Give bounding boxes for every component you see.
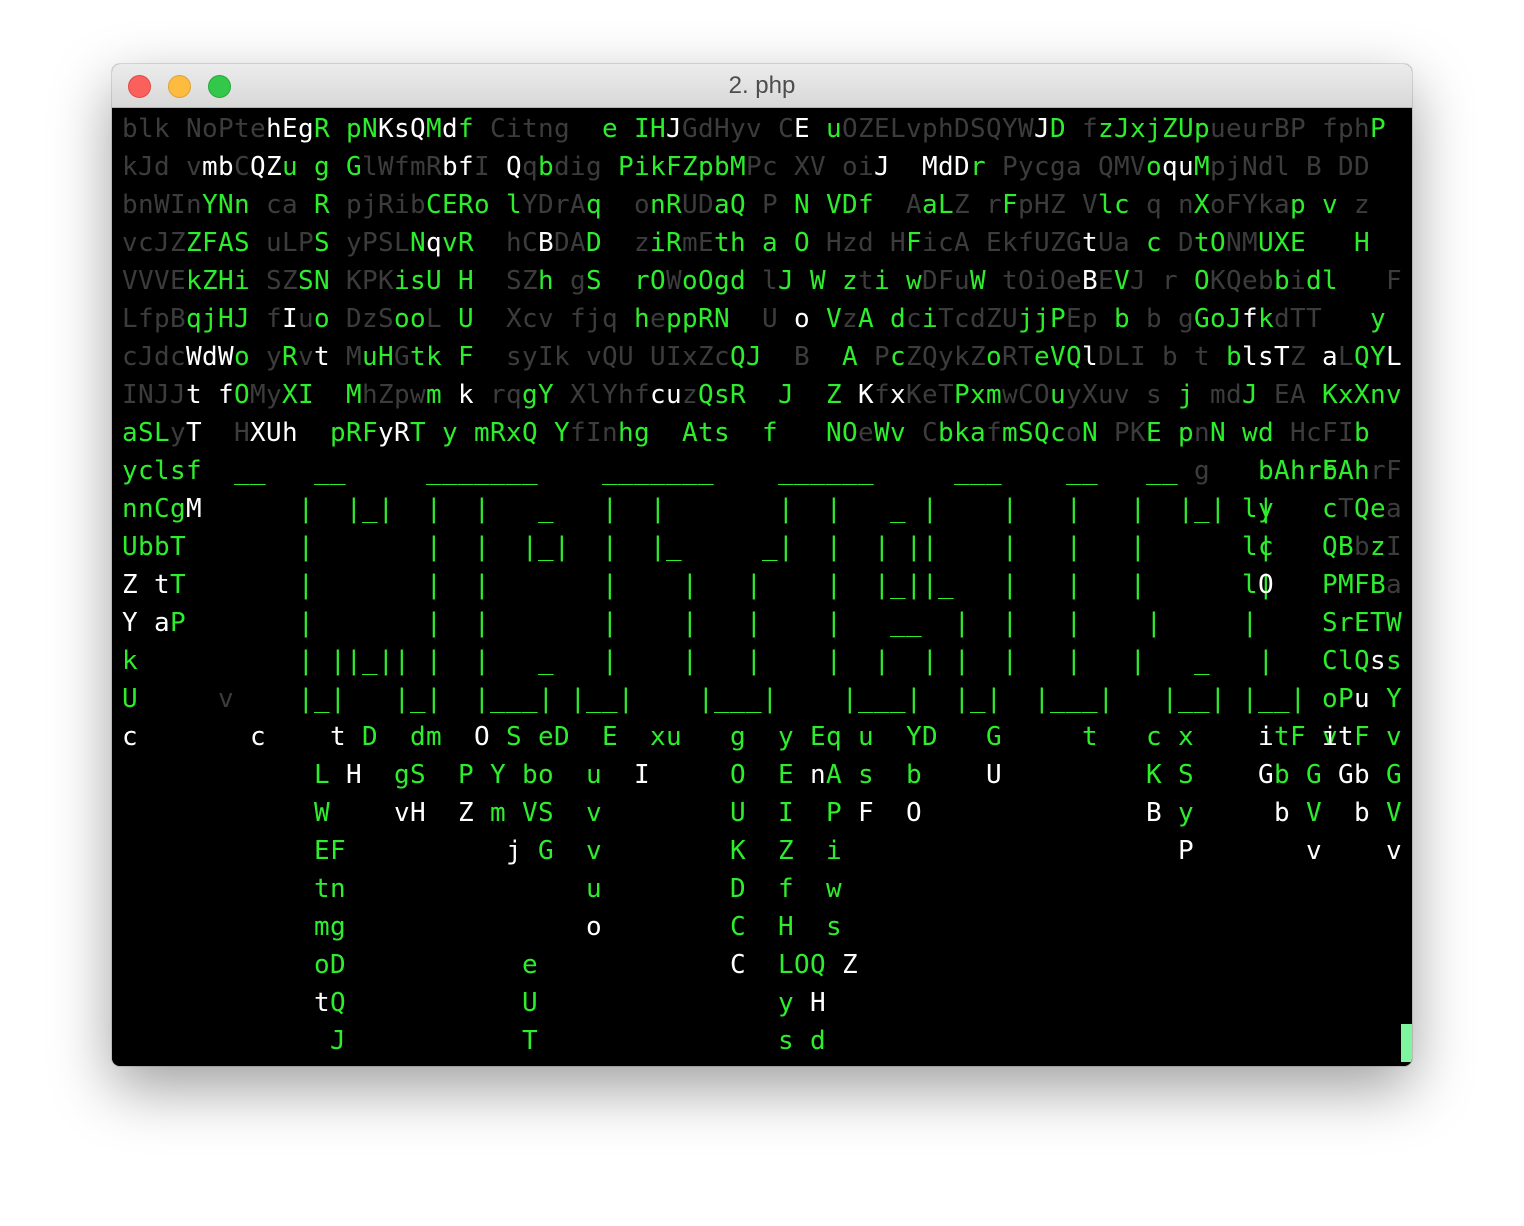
rain-row: aSLyT HXUh pRFyRT y mRxQ YfInhg Ats f NOeWv Cbkaf… [122,418,1370,448]
banner-row: | | | | | | | |_||_ | | | | [298,570,1274,600]
rain-row: tQ Uy H [314,988,826,1018]
rain-row: bnWInYNn ca RpjRibCERo lYDrAq onRUDaQ P N VDf Aa… [122,190,1370,220]
rain-row: yclsf __ __ _______ _______ ______ ___ __ __ g bAh… [122,456,1338,486]
rain-column: lO [1242,570,1274,600]
terminal-output: blk NoPtehEgR pNKsQMdf Citng e IHJGdHyv CE uOZE… [122,114,1402,1056]
rain-column: ClQss [1322,646,1402,676]
rain-column: SrETW [1322,608,1402,638]
rain-column: ly [1242,494,1274,524]
title-bar[interactable]: 2. php [112,64,1412,108]
rain-row: LfpBqjHJ fIuo DzSooL U Xcv fjq heppRN Uo VzA dciT… [122,304,1386,334]
rain-column: v [1386,836,1402,866]
rain-row: L HgS P Ybo u I O EnA s b U K S Gb G [314,760,1322,790]
rain-row: EF j Gv K Zi Pv [314,836,1322,866]
banner-row: | | | | | | | __ | | | | | [298,608,1258,638]
rain-row: cJdcWdWo yRvt MuHGtk FsyIk vQU UIxZcQJ B A PcZQy… [122,342,1402,372]
rain-letter: v [218,684,234,714]
rain-row: ZtT [122,570,186,600]
rain-row: U [122,684,138,714]
rain-column: Gb G [1338,760,1402,790]
rain-column: QBbzI [1322,532,1402,562]
rain-row: c [122,722,138,752]
rain-row: c t Ddm O SeD Exu g y Eq u YD Gt c x itF v [250,722,1338,752]
rain-column: lc [1242,532,1274,562]
rain-row: oD e C LOQ Z [314,950,858,980]
rain-row: WvH Zm VS v U I P F O By b V [314,798,1322,828]
banner-row: |_| |_| |___| |__| |___| |___| |_| |___| |__| |__… [298,684,1306,714]
rain-row: nnCgM [122,494,202,524]
rain-row: tn u Df w [314,874,842,904]
rain-row: mg o C Hs [314,912,842,942]
terminal-cursor [1401,1024,1412,1062]
rain-row: k [122,646,138,676]
rain-column: bV [1354,798,1402,828]
rain-row: VVVEkZHi SZSN KPKisU H SZh gS rOWoOgd lJ Wzti wDF… [122,266,1402,296]
rain-row: UbbT [122,532,186,562]
terminal-window: 2. php blk NoPtehEgR pNKsQMdf Citng e IHJGdHy… [112,64,1412,1066]
rain-row: kJd vmbCQZu g GlWfmRbfI Qqbdig PikFZpbMPc XV oi… [122,152,1370,182]
rain-column: oPu Y [1322,684,1402,714]
banner-row: | | | |_| | |_ _| | | || | | | | [298,532,1274,562]
banner-row: | ||_|| | | _ | | | | | | | | | | _ | [298,646,1274,676]
window-title: 2. php [728,72,796,99]
banner-row: | |_| | | _ | | | | _ | | | | |_| | [298,494,1274,524]
terminal-area[interactable]: blk NoPtehEgR pNKsQMdf Citng e IHJGdHyv CE uOZE… [112,108,1412,1066]
rain-column: itF v [1322,722,1402,752]
rain-row: INJJt fOMyXI MhZpwm k rqgY XlYhfcuzQsR J Z KfxKe… [122,380,1402,410]
rain-column: cTQea [1322,494,1402,524]
rain-row: vcJZZFAS uLPS yPSLNqvR hCBDAD ziRmEth a O Hzd HF… [122,228,1370,258]
rain-column: PMFBa [1322,570,1402,600]
rain-column: bAhrF [1322,456,1402,486]
rain-row: JTsd [330,1026,826,1056]
rain-row: YaP [122,608,186,638]
rain-row: blk NoPtehEgR pNKsQMdf Citng e IHJGdHyv CE uOZE… [122,114,1386,144]
